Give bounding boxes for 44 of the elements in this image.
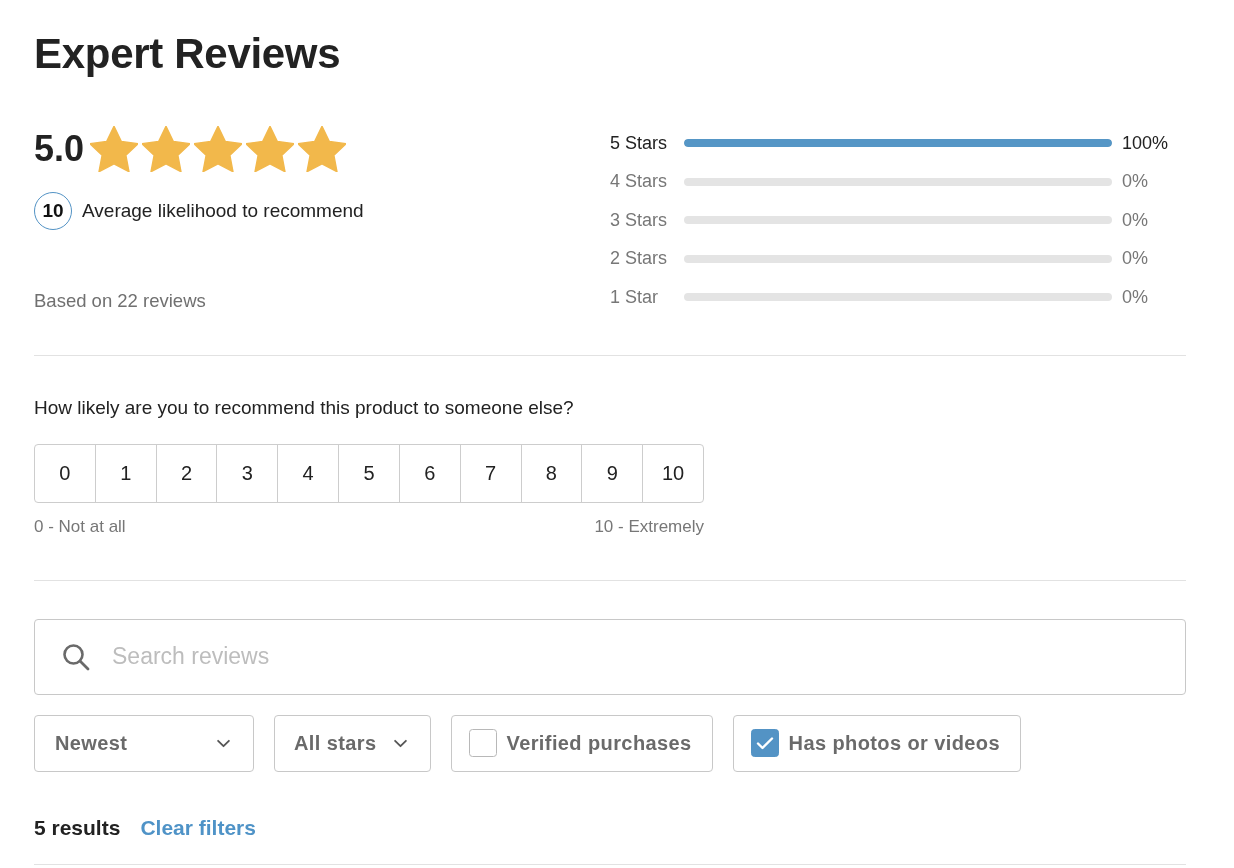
page-title: Expert Reviews: [34, 29, 341, 79]
filter-toggle[interactable]: Has photos or videos: [732, 714, 1021, 772]
percent-label: 100%: [1122, 132, 1169, 154]
scale-option[interactable]: 7: [459, 443, 522, 503]
scale-low-label: 0 - Not at all: [34, 516, 126, 537]
filter-dropdown[interactable]: All stars: [274, 714, 431, 772]
review-count: Based on 22 reviews: [34, 289, 206, 313]
caret-icon: [392, 738, 408, 748]
star-icon: [90, 126, 139, 172]
scale-option[interactable]: 10: [642, 443, 704, 503]
percent-label: 0%: [1122, 171, 1148, 193]
scale-option[interactable]: 6: [398, 443, 461, 503]
scale-option[interactable]: 5: [338, 443, 400, 503]
percent-label: 0%: [1122, 286, 1148, 308]
checkbox[interactable]: [468, 729, 497, 757]
filter-toggle[interactable]: Verified purchases: [450, 714, 713, 772]
star-level-label[interactable]: 2 Stars: [610, 248, 684, 270]
scale-high-label: 10 - Extremely: [594, 516, 704, 537]
scale-option[interactable]: 0: [34, 443, 96, 503]
checkbox[interactable]: [750, 729, 779, 757]
scale-option[interactable]: 3: [216, 443, 279, 503]
star-level-label[interactable]: 4 Stars: [610, 171, 684, 193]
star-icon: [298, 126, 347, 172]
likelihood-label: Average likelihood to recommend: [82, 200, 364, 222]
star-level-label[interactable]: 1 Star: [610, 286, 684, 308]
sort-dropdown[interactable]: Newest: [34, 714, 254, 772]
recommend-question: How likely are you to recommend this product to someone else?: [34, 395, 574, 420]
results-count: 5 results: [34, 814, 121, 841]
star-level-label[interactable]: 5 Stars: [610, 132, 684, 154]
average-score: 5.0: [34, 128, 85, 170]
search-icon: [62, 642, 90, 671]
star-icon: [142, 126, 191, 172]
scale-option[interactable]: 8: [520, 443, 583, 503]
star-icon: [194, 126, 243, 172]
scale-option[interactable]: 1: [94, 443, 157, 503]
percent-label: 0%: [1122, 248, 1148, 270]
scale-option[interactable]: 9: [581, 443, 644, 503]
caret-icon: [216, 738, 231, 748]
scale-option[interactable]: 2: [155, 443, 218, 503]
scale-option[interactable]: 4: [277, 443, 340, 503]
search-field[interactable]: Search reviews: [34, 618, 1186, 695]
star-icon: [246, 126, 295, 172]
star-level-label[interactable]: 3 Stars: [610, 209, 684, 231]
percent-label: 0%: [1122, 209, 1148, 231]
